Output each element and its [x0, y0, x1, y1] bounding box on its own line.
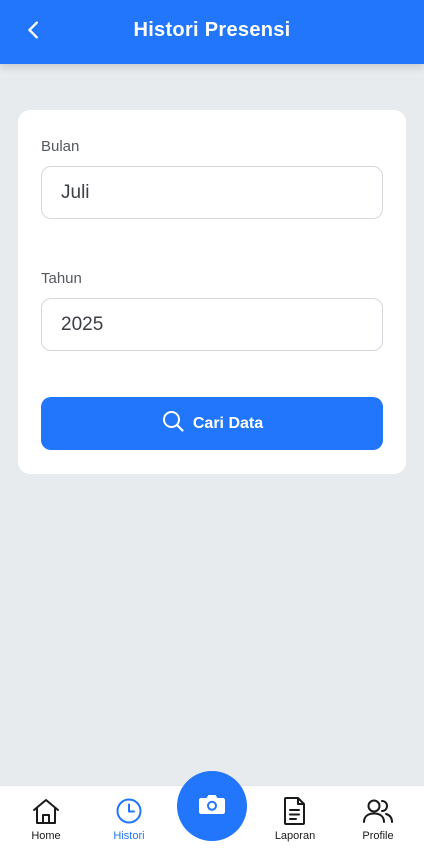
nav-item-home[interactable]: Home — [6, 786, 86, 851]
search-button[interactable]: Cari Data — [41, 397, 383, 450]
page-title: Histori Presensi — [133, 18, 291, 41]
month-value: Juli — [61, 181, 90, 203]
search-button-label: Cari Data — [192, 414, 264, 432]
nav-item-profile[interactable]: Profile — [338, 786, 418, 851]
nav-label-histori: Histori — [113, 830, 145, 842]
search-icon — [161, 409, 185, 438]
nav-item-laporan[interactable]: Laporan — [255, 786, 335, 851]
filter-card: Bulan Juli Tahun 2025 Cari Data — [18, 110, 406, 474]
users-icon — [362, 796, 394, 826]
nav-item-histori[interactable]: Histori — [89, 786, 169, 851]
month-label: Bulan — [41, 138, 80, 155]
year-label: Tahun — [41, 270, 82, 287]
home-icon — [31, 796, 61, 826]
chevron-left-icon — [23, 19, 45, 46]
camera-icon — [198, 792, 226, 821]
nav-label-home: Home — [31, 830, 61, 842]
nav-label-laporan: Laporan — [274, 830, 316, 842]
month-field[interactable]: Juli — [41, 166, 383, 219]
document-icon — [282, 796, 308, 826]
year-value: 2025 — [61, 313, 104, 335]
nav-label-profile: Profile — [362, 830, 394, 842]
back-button[interactable] — [14, 12, 54, 52]
camera-button[interactable] — [177, 771, 247, 841]
app-header: Histori Presensi — [0, 0, 424, 64]
clock-icon — [115, 796, 143, 826]
year-field[interactable]: 2025 — [41, 298, 383, 351]
